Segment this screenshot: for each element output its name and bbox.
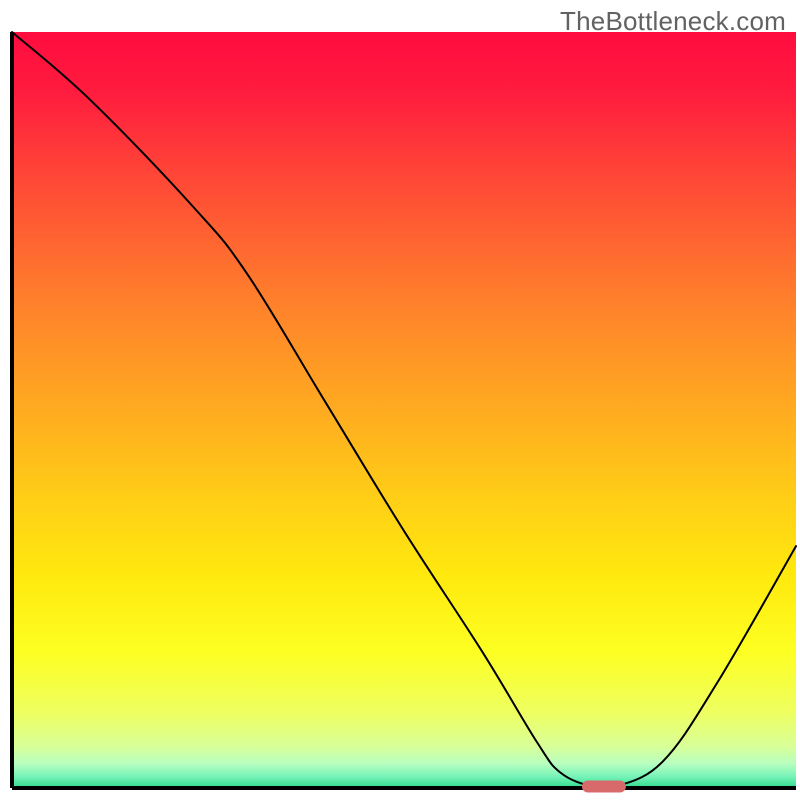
chart-svg [0,0,800,800]
plot-background [12,32,796,788]
optimum-marker [582,780,626,792]
watermark-text: TheBottleneck.com [560,6,786,37]
bottleneck-chart: TheBottleneck.com [0,0,800,800]
